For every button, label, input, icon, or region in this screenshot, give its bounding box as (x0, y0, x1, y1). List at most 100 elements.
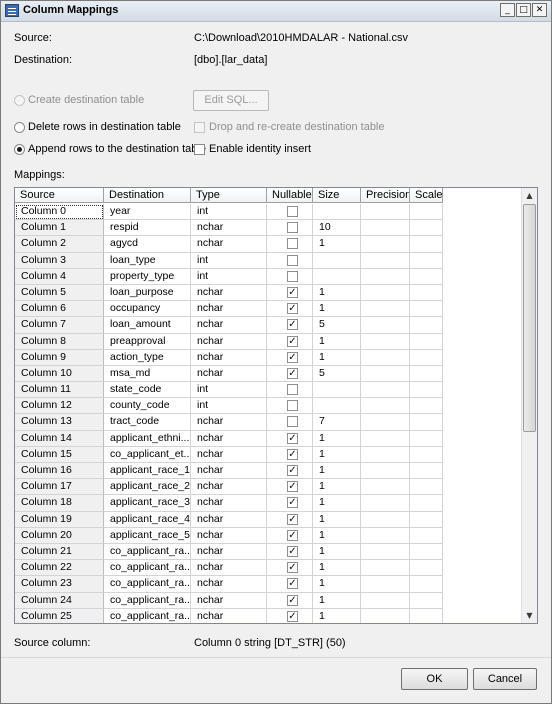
cell-precision[interactable] (361, 220, 410, 237)
cell-scale[interactable] (410, 527, 443, 544)
cell-precision[interactable] (361, 527, 410, 544)
table-row[interactable]: Column 19 applicant_race_4 nchar ✓ 1 (15, 511, 443, 528)
cell-scale[interactable] (410, 220, 443, 237)
cell-nullable[interactable]: ✓ (267, 333, 313, 350)
nullable-checkbox[interactable]: ✓ (287, 545, 298, 557)
cell-precision[interactable] (361, 349, 410, 366)
cell-nullable[interactable]: ✓ (267, 576, 313, 593)
table-row[interactable]: Column 12 county_code int (15, 398, 443, 415)
cell-precision[interactable] (361, 495, 410, 512)
edit-sql-button[interactable]: Edit SQL... (193, 90, 269, 111)
table-row[interactable]: Column 21 co_applicant_ra... nchar ✓ 1 (15, 543, 443, 561)
cell-type[interactable]: nchar (191, 511, 267, 528)
nullable-checkbox[interactable]: ✓ (287, 481, 298, 493)
cell-type[interactable]: int (191, 268, 267, 285)
cell-type[interactable]: nchar (191, 220, 267, 237)
cell-precision[interactable] (361, 592, 410, 609)
cell-size[interactable]: 1 (313, 301, 361, 318)
cell-size[interactable]: 1 (313, 284, 361, 302)
cell-precision[interactable] (361, 576, 410, 593)
cell-scale[interactable] (410, 317, 443, 334)
cell-type[interactable]: nchar (191, 236, 267, 253)
cell-nullable[interactable]: ✓ (267, 301, 313, 318)
cell-precision[interactable] (361, 560, 410, 577)
nullable-checkbox[interactable]: ✓ (287, 335, 298, 347)
cell-destination[interactable]: loan_purpose (104, 284, 191, 302)
enable-identity-checkbox[interactable] (194, 144, 205, 155)
cell-nullable[interactable] (267, 204, 313, 221)
table-row[interactable]: Column 1 respid nchar 10 (15, 220, 443, 237)
cell-type[interactable]: nchar (191, 333, 267, 350)
cell-nullable[interactable]: ✓ (267, 495, 313, 512)
table-row[interactable]: Column 15 co_applicant_et... nchar ✓ 1 (15, 446, 443, 463)
cell-size[interactable]: 1 (313, 495, 361, 512)
cell-scale[interactable] (410, 576, 443, 593)
column-header-precision[interactable]: Precision (361, 188, 410, 203)
cell-destination[interactable]: action_type (104, 349, 191, 366)
cell-scale[interactable] (410, 608, 443, 623)
cell-size[interactable]: 5 (313, 365, 361, 383)
cell-nullable[interactable] (267, 268, 313, 285)
nullable-checkbox[interactable]: ✓ (287, 594, 298, 606)
column-header-nullable[interactable]: Nullable (267, 188, 313, 203)
minimize-button[interactable]: _ (500, 3, 515, 17)
cell-size[interactable] (313, 382, 361, 399)
cell-size[interactable]: 1 (313, 430, 361, 447)
cell-destination[interactable]: applicant_race_2 (104, 479, 191, 496)
table-row[interactable]: Column 10 msa_md nchar ✓ 5 (15, 365, 443, 383)
cell-precision[interactable] (361, 333, 410, 350)
cell-size[interactable]: 1 (313, 349, 361, 366)
cell-type[interactable]: nchar (191, 284, 267, 302)
cell-nullable[interactable] (267, 252, 313, 269)
cell-size[interactable]: 1 (313, 479, 361, 496)
mappings-grid[interactable]: Source Destination Type Nullable Size Precisi… (14, 187, 538, 624)
cell-scale[interactable] (410, 463, 443, 480)
nullable-checkbox[interactable]: ✓ (287, 562, 298, 574)
cell-destination[interactable]: preapproval (104, 333, 191, 350)
nullable-checkbox[interactable] (287, 238, 298, 250)
cell-size[interactable]: 1 (313, 236, 361, 253)
cell-scale[interactable] (410, 382, 443, 399)
nullable-checkbox[interactable]: ✓ (287, 432, 298, 444)
cell-precision[interactable] (361, 398, 410, 415)
column-header-type[interactable]: Type (191, 188, 267, 203)
cell-precision[interactable] (361, 511, 410, 528)
cell-type[interactable]: nchar (191, 446, 267, 463)
cell-scale[interactable] (410, 236, 443, 253)
cell-scale[interactable] (410, 446, 443, 463)
cell-type[interactable]: nchar (191, 576, 267, 593)
cell-nullable[interactable]: ✓ (267, 365, 313, 383)
table-row[interactable]: Column 6 occupancy nchar ✓ 1 (15, 301, 443, 318)
cell-size[interactable]: 1 (313, 446, 361, 463)
cell-destination[interactable]: loan_amount (104, 317, 191, 334)
cell-precision[interactable] (361, 463, 410, 480)
cell-precision[interactable] (361, 268, 410, 285)
cell-scale[interactable] (410, 204, 443, 221)
cell-destination[interactable]: co_applicant_ra... (104, 592, 191, 609)
nullable-checkbox[interactable] (287, 270, 298, 282)
cell-size[interactable]: 1 (313, 333, 361, 350)
cell-type[interactable]: nchar (191, 317, 267, 334)
cell-scale[interactable] (410, 284, 443, 302)
cell-precision[interactable] (361, 543, 410, 561)
table-row[interactable]: Column 13 tract_code nchar 7 (15, 414, 443, 431)
nullable-checkbox[interactable] (287, 400, 298, 412)
cell-type[interactable]: nchar (191, 560, 267, 577)
cell-size[interactable]: 1 (313, 576, 361, 593)
cell-type[interactable]: nchar (191, 527, 267, 544)
cell-nullable[interactable]: ✓ (267, 284, 313, 302)
cell-scale[interactable] (410, 349, 443, 366)
vertical-scrollbar[interactable]: ▲ ▼ (521, 188, 537, 623)
cell-destination[interactable]: county_code (104, 398, 191, 415)
cell-size[interactable] (313, 252, 361, 269)
nullable-checkbox[interactable]: ✓ (287, 303, 298, 315)
cell-type[interactable]: nchar (191, 608, 267, 623)
cell-size[interactable] (313, 398, 361, 415)
cell-scale[interactable] (410, 398, 443, 415)
cell-nullable[interactable]: ✓ (267, 349, 313, 366)
cell-destination[interactable]: state_code (104, 382, 191, 399)
table-row[interactable]: Column 7 loan_amount nchar ✓ 5 (15, 317, 443, 334)
table-row[interactable]: Column 5 loan_purpose nchar ✓ 1 (15, 284, 443, 302)
cell-nullable[interactable]: ✓ (267, 608, 313, 623)
column-header-size[interactable]: Size (313, 188, 361, 203)
